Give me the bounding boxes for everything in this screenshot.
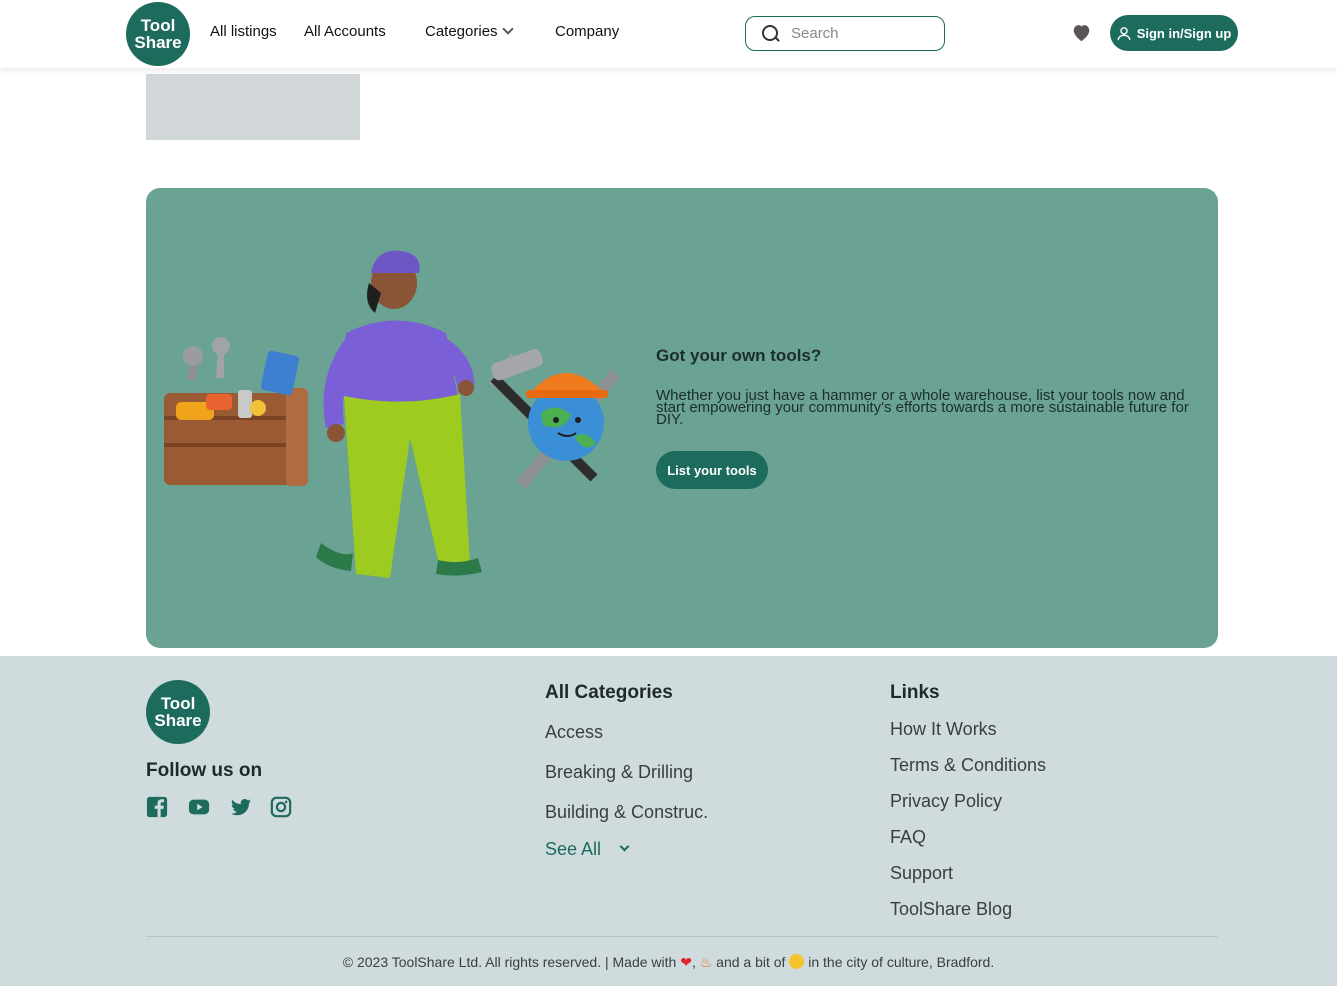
toolshare-logo[interactable]: Tool Share xyxy=(126,2,190,66)
tools-illustration xyxy=(164,250,621,578)
nav-categories-label: Categories xyxy=(425,23,498,40)
person-illustration xyxy=(316,250,482,578)
footer-logo-line-1: Tool xyxy=(160,694,196,713)
banner-title: Got your own tools? xyxy=(656,346,822,365)
logo-line-2: Share xyxy=(134,33,182,52)
links-heading: Links xyxy=(890,682,940,703)
footer-link-support[interactable]: Support xyxy=(890,863,953,884)
footer-link-how-it-works[interactable]: How It Works xyxy=(890,719,997,740)
all-categories-heading: All Categories xyxy=(545,682,673,703)
footer-logo-line-2: Share xyxy=(154,711,202,730)
nav-all-accounts[interactable]: All Accounts xyxy=(304,23,386,40)
toolbox-illustration xyxy=(164,337,308,486)
banner-description: Whether you just have a hammer or a whol… xyxy=(656,387,1189,428)
nav-all-listings[interactable]: All listings xyxy=(210,23,277,40)
footer-link-faq[interactable]: FAQ xyxy=(890,827,926,848)
instagram-icon[interactable] xyxy=(270,796,292,818)
nav-company[interactable]: Company xyxy=(555,23,619,40)
facebook-icon[interactable] xyxy=(146,796,168,818)
footer-link-blog[interactable]: ToolShare Blog xyxy=(890,899,1012,920)
youtube-icon[interactable] xyxy=(186,796,212,818)
user-icon xyxy=(1117,26,1131,40)
twitter-icon[interactable] xyxy=(230,796,252,818)
earth-mascot-illustration xyxy=(489,348,621,489)
chevron-down-icon xyxy=(619,841,630,852)
chevron-down-icon xyxy=(501,23,514,35)
footer-category-access[interactable]: Access xyxy=(545,722,603,743)
signin-button[interactable]: Sign in/Sign up xyxy=(1110,15,1238,51)
list-tools-banner: Got your own tools? Whether you just hav… xyxy=(146,188,1218,648)
fire-emoji-icon: ♨ xyxy=(699,954,713,970)
heart-emoji-icon: ❤ xyxy=(680,954,692,970)
copyright-text: © 2023 ToolShare Ltd. All rights reserve… xyxy=(0,954,1337,971)
footer-divider xyxy=(146,936,1218,937)
nav-categories[interactable]: Categories xyxy=(425,23,514,40)
footer-category-building-construction[interactable]: Building & Construc. xyxy=(545,802,708,823)
copyright-mid: , xyxy=(691,954,700,970)
see-all-label: See All xyxy=(545,839,602,859)
heart-icon[interactable] xyxy=(1071,23,1092,42)
follow-us-heading: Follow us on xyxy=(146,760,263,781)
site-footer: Tool Share Follow us on All Categories A… xyxy=(0,656,1337,986)
search-box[interactable] xyxy=(745,16,945,51)
see-all-categories-link[interactable]: See All xyxy=(545,839,630,860)
zany-face-emoji-icon xyxy=(789,954,805,969)
footer-category-breaking-drilling[interactable]: Breaking & Drilling xyxy=(545,762,693,783)
top-header: Tool Share All listings All Accounts Cat… xyxy=(0,0,1337,68)
footer-link-terms[interactable]: Terms & Conditions xyxy=(890,755,1046,776)
list-your-tools-button[interactable]: List your tools xyxy=(656,451,768,489)
copyright-prefix: © 2023 ToolShare Ltd. All rights reserve… xyxy=(342,954,677,970)
social-links xyxy=(146,796,292,818)
listing-image-placeholder xyxy=(146,74,360,140)
search-input[interactable] xyxy=(791,25,931,42)
search-icon xyxy=(762,25,779,42)
copyright-suffix: in the city of culture, Bradford. xyxy=(808,954,995,970)
footer-link-privacy[interactable]: Privacy Policy xyxy=(890,791,1002,812)
footer-toolshare-logo[interactable]: Tool Share xyxy=(146,680,210,744)
copyright-and: and a bit of xyxy=(712,954,790,970)
logo-line-1: Tool xyxy=(140,16,176,35)
signin-label: Sign in/Sign up xyxy=(1136,25,1232,41)
